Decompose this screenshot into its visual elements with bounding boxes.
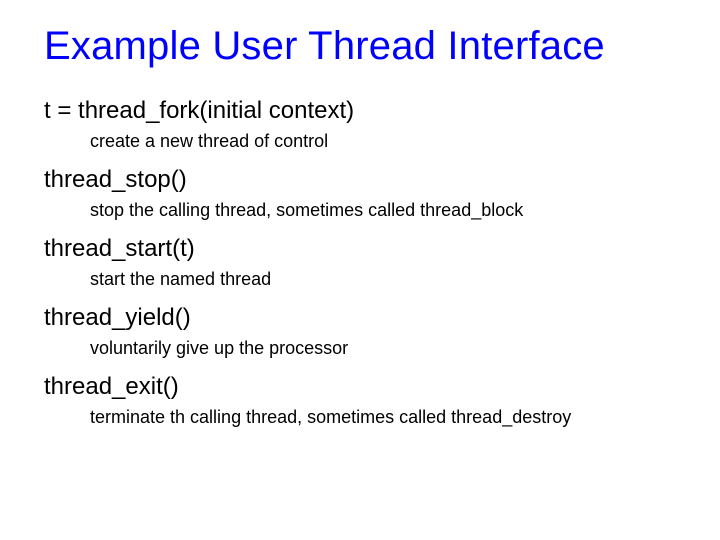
- function-description: start the named thread: [90, 269, 680, 290]
- function-description: terminate th calling thread, sometimes c…: [90, 407, 680, 428]
- function-signature: thread_start(t): [44, 235, 680, 263]
- list-item: thread_exit() terminate th calling threa…: [44, 373, 680, 428]
- list-item: thread_stop() stop the calling thread, s…: [44, 166, 680, 221]
- slide: Example User Thread Interface t = thread…: [0, 0, 720, 540]
- function-description: voluntarily give up the processor: [90, 338, 680, 359]
- function-signature: thread_stop(): [44, 166, 680, 194]
- function-description: stop the calling thread, sometimes calle…: [90, 200, 680, 221]
- function-signature: t = thread_fork(initial context): [44, 97, 680, 125]
- page-title: Example User Thread Interface: [44, 24, 680, 69]
- list-item: t = thread_fork(initial context) create …: [44, 97, 680, 152]
- function-description: create a new thread of control: [90, 131, 680, 152]
- list-item: thread_yield() voluntarily give up the p…: [44, 304, 680, 359]
- function-signature: thread_exit(): [44, 373, 680, 401]
- function-signature: thread_yield(): [44, 304, 680, 332]
- list-item: thread_start(t) start the named thread: [44, 235, 680, 290]
